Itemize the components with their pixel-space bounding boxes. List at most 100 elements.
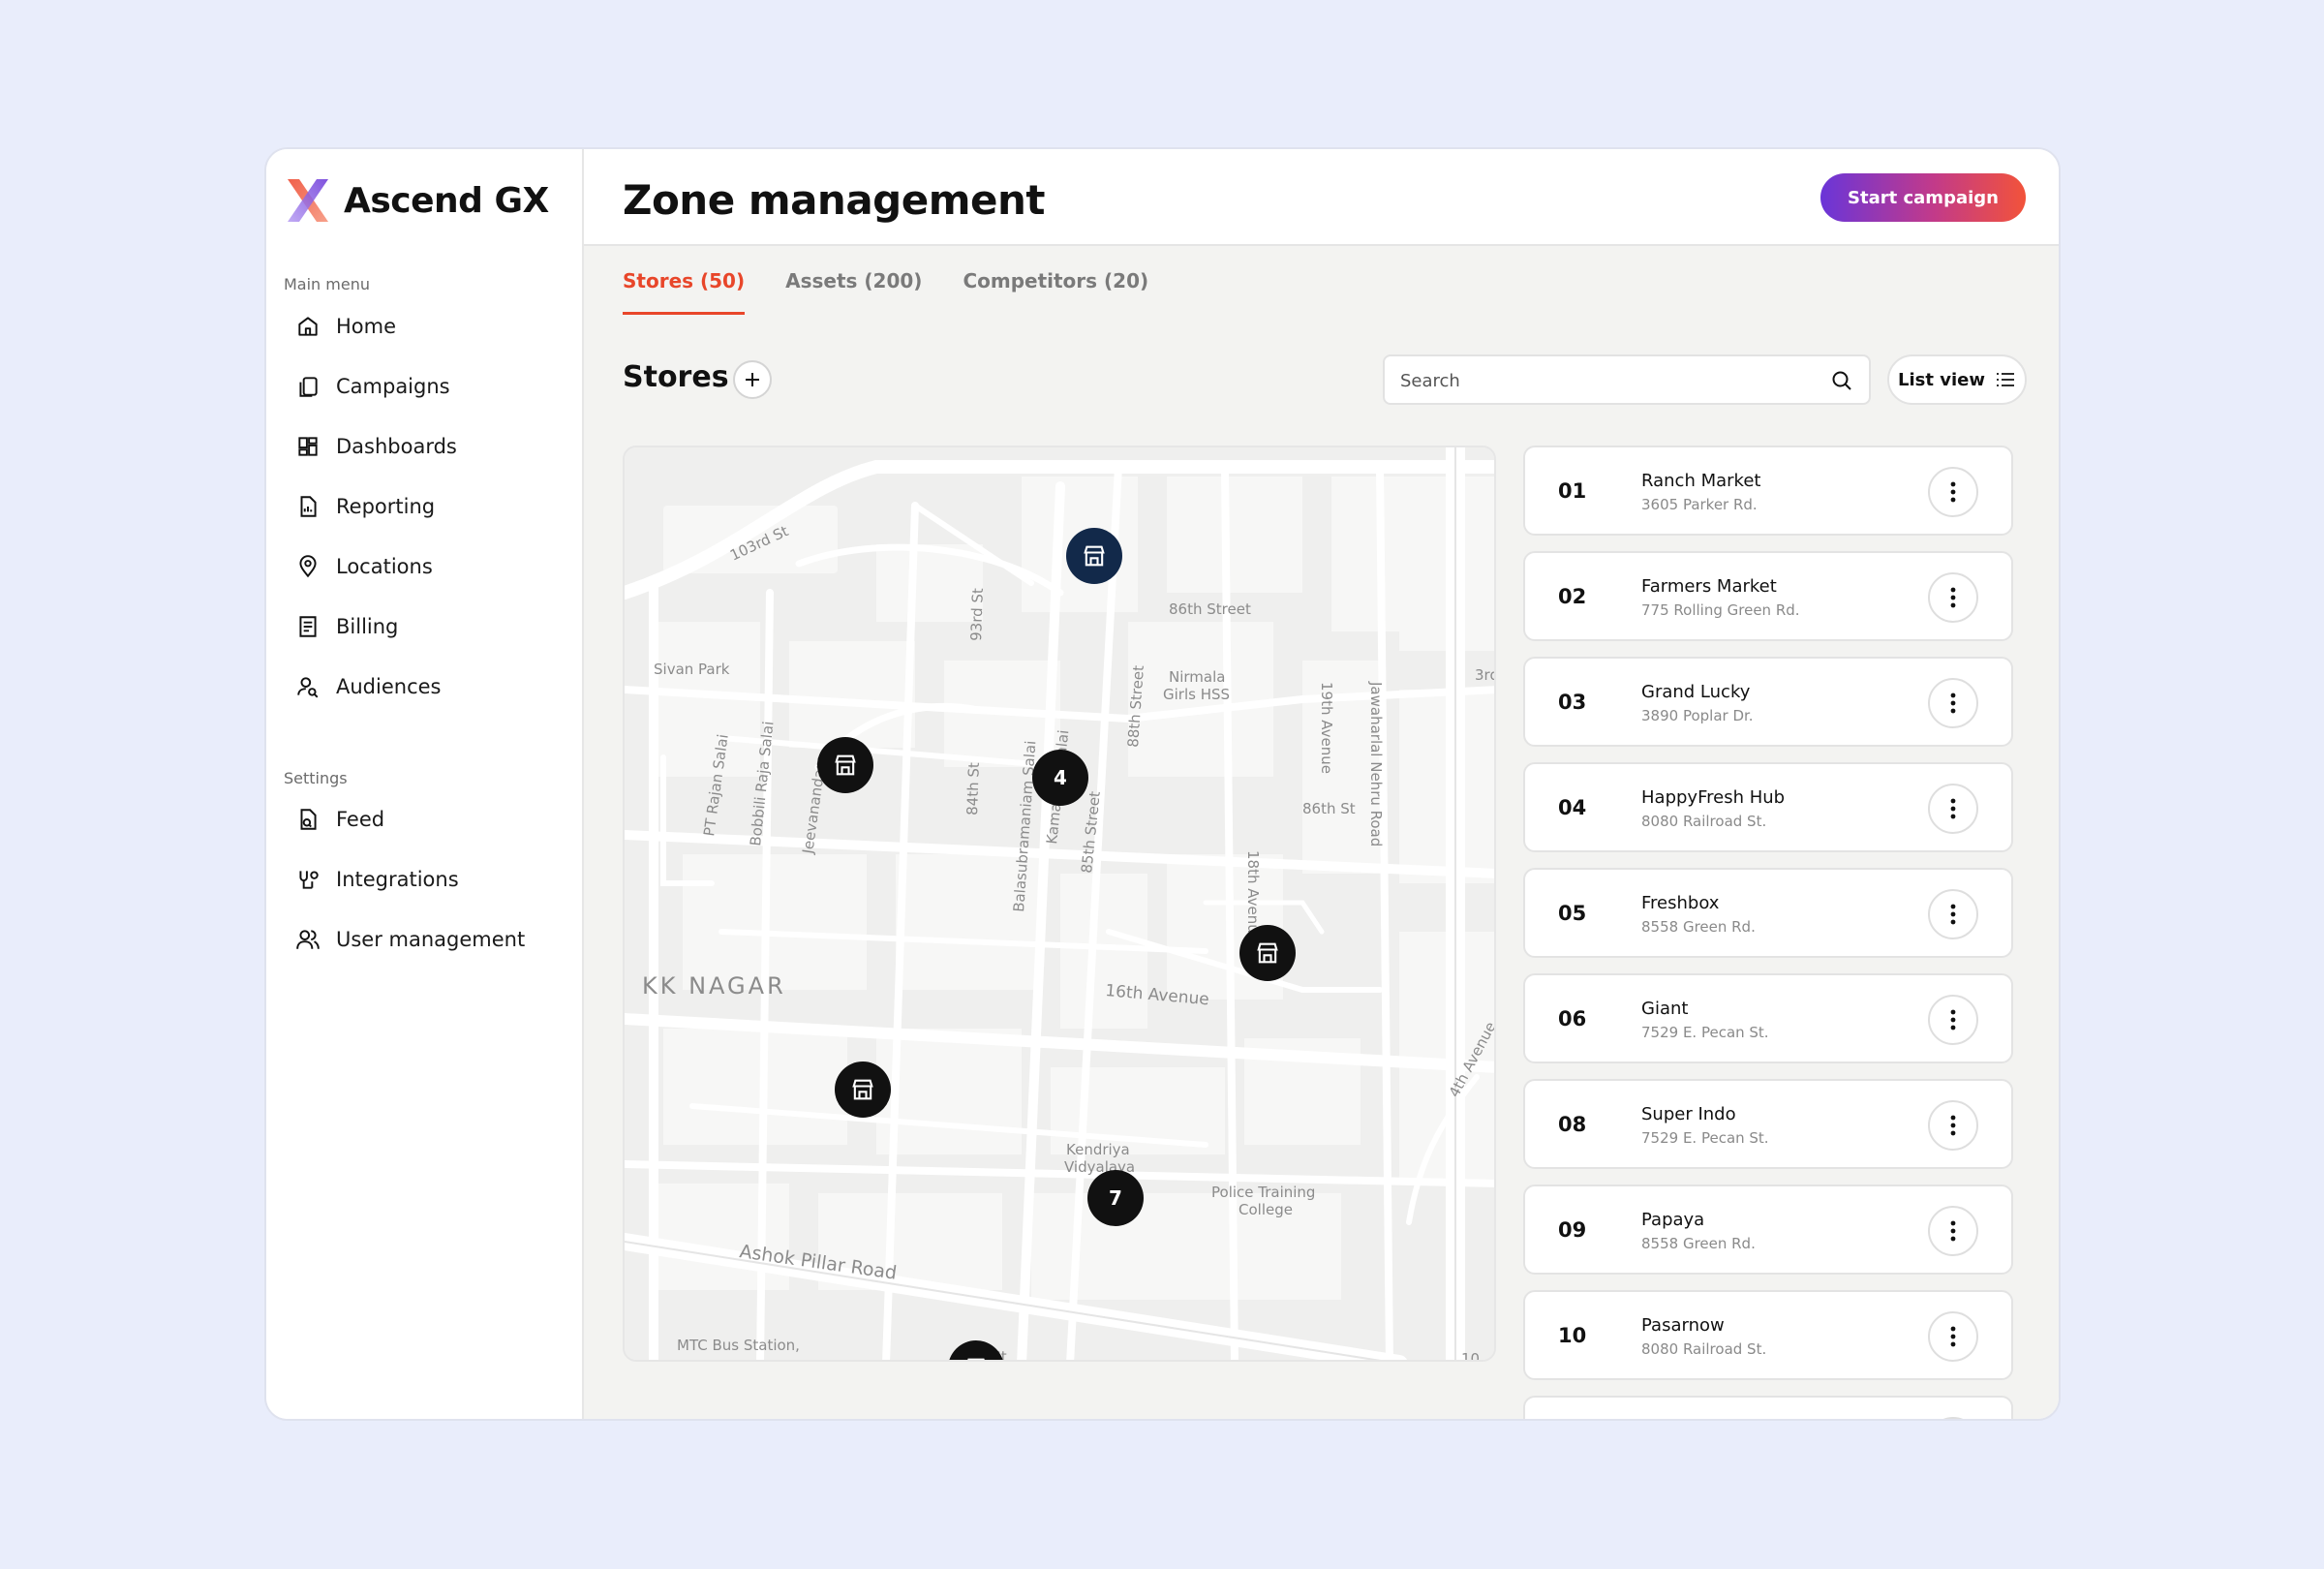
app-window: Ascend GX Main menu Home Campaigns Dashb…	[264, 147, 2061, 1421]
map-label: Kendriya	[1066, 1141, 1130, 1158]
store-number: 04	[1558, 796, 1587, 819]
store-name: Ranch Market	[1641, 471, 1761, 491]
sidebar-item-label: Dashboards	[336, 435, 457, 458]
more-options-button[interactable]	[1928, 889, 1978, 939]
sidebar-item-home[interactable]: Home	[295, 296, 576, 356]
sidebar-item-campaigns[interactable]: Campaigns	[295, 356, 576, 416]
store-address: 8080 Railroad St.	[1641, 1340, 1767, 1358]
integrations-icon	[299, 871, 319, 889]
store-address: 8558 Green Rd.	[1641, 918, 1756, 936]
sidebar-item-integrations[interactable]: Integrations	[295, 849, 576, 909]
sidebar-item-label: Integrations	[336, 868, 459, 891]
settings-menu: Feed Integrations User management	[295, 789, 576, 969]
kebab-icon	[1950, 904, 1956, 925]
sidebar-item-reporting[interactable]: Reporting	[295, 477, 576, 537]
sidebar-item-label: Home	[336, 315, 397, 338]
store-name: Giant	[1641, 999, 1689, 1019]
sidebar-item-user-management[interactable]: User management	[295, 909, 576, 969]
store-number: 09	[1558, 1218, 1587, 1242]
sidebar-item-label: Locations	[336, 555, 433, 578]
search-input[interactable]	[1400, 366, 1807, 395]
store-pin[interactable]	[817, 737, 873, 793]
more-options-button[interactable]	[1928, 467, 1978, 517]
map-label: 3rd	[1475, 666, 1496, 684]
store-number: 03	[1558, 691, 1587, 714]
sidebar-item-feed[interactable]: Feed	[295, 789, 576, 849]
store-name: Freshbox	[1641, 893, 1720, 913]
home-icon	[298, 317, 318, 336]
list-item[interactable]: 03 Grand Lucky 3890 Poplar Dr.	[1523, 657, 2013, 747]
store-address: 8080 Railroad St.	[1641, 813, 1767, 830]
more-options-button[interactable]	[1928, 1311, 1978, 1362]
map-label: Nirmala	[1169, 668, 1225, 686]
map-label: College	[1238, 1201, 1293, 1218]
list-item[interactable]: 04 HappyFresh Hub 8080 Railroad St.	[1523, 762, 2013, 852]
tab-assets[interactable]: Assets (200)	[785, 269, 922, 315]
list-item[interactable]: 01 Ranch Market 3605 Parker Rd.	[1523, 446, 2013, 536]
brand[interactable]: Ascend GX	[284, 176, 549, 225]
store-name: Pasarnow	[1641, 1315, 1725, 1336]
more-options-button[interactable]	[1928, 995, 1978, 1045]
list-view-button[interactable]: List view	[1887, 354, 2027, 405]
store-list: 01 Ranch Market 3605 Parker Rd. 02 Farme…	[1523, 446, 2013, 1419]
store-pin[interactable]	[1066, 528, 1122, 584]
store-pin[interactable]	[1239, 925, 1296, 981]
store-number: 05	[1558, 902, 1587, 925]
sidebar-item-locations[interactable]: Locations	[295, 537, 576, 597]
top-bar: Zone management Start campaign	[584, 149, 2059, 246]
list-item[interactable]: 08 Super Indo 7529 E. Pecan St.	[1523, 1079, 2013, 1169]
user-search-icon	[297, 677, 319, 698]
map-label: KK NAGAR	[642, 972, 786, 1000]
tab-bar: Stores (50) Assets (200) Competitors (20…	[623, 269, 1189, 315]
list-item[interactable]	[1523, 1396, 2013, 1419]
kebab-icon	[1950, 1326, 1956, 1347]
more-options-button[interactable]	[1928, 1206, 1978, 1256]
search-icon[interactable]	[1830, 369, 1853, 392]
list-item[interactable]: 05 Freshbox 8558 Green Rd.	[1523, 868, 2013, 958]
map-label: 19th Avenue	[1318, 682, 1335, 774]
more-options-button[interactable]	[1928, 784, 1978, 834]
users-icon	[296, 930, 320, 949]
map-label: 10	[1461, 1350, 1480, 1362]
list-item[interactable]: 10 Pasarnow 8080 Railroad St.	[1523, 1290, 2013, 1380]
report-icon	[300, 496, 317, 517]
map-label: Girls HSS	[1163, 686, 1230, 703]
list-item[interactable]: 09 Papaya 8558 Green Rd.	[1523, 1184, 2013, 1275]
store-pin[interactable]	[835, 1061, 891, 1118]
main-menu-label: Main menu	[284, 275, 370, 293]
store-icon	[1257, 942, 1278, 964]
store-number: 01	[1558, 479, 1587, 503]
kebab-icon	[1950, 1220, 1956, 1242]
add-store-button[interactable]	[733, 360, 772, 399]
list-icon	[1996, 373, 2014, 386]
map-label: 86th St	[1302, 800, 1356, 817]
sidebar-item-dashboards[interactable]: Dashboards	[295, 416, 576, 477]
cluster-pin[interactable]: 7	[1087, 1170, 1144, 1226]
start-campaign-button[interactable]: Start campaign	[1820, 173, 2026, 222]
store-icon	[1084, 545, 1105, 567]
more-options-button[interactable]	[1928, 678, 1978, 728]
map-view[interactable]: 103rd St 86th Street Sivan Park Nirmala …	[623, 446, 1496, 1362]
more-options-button[interactable]	[1928, 572, 1978, 623]
map-base: 103rd St 86th Street Sivan Park Nirmala …	[625, 447, 1496, 1362]
store-number: 08	[1558, 1113, 1587, 1136]
sidebar-item-billing[interactable]: Billing	[295, 597, 576, 657]
location-pin-icon	[299, 555, 317, 578]
map-label: 86th Street	[1169, 600, 1251, 618]
list-item[interactable]: 02 Farmers Market 775 Rolling Green Rd.	[1523, 551, 2013, 641]
more-options-button[interactable]	[1928, 1417, 1978, 1419]
cluster-pin[interactable]: 4	[1032, 750, 1088, 806]
map-label: Police Training	[1211, 1184, 1315, 1201]
main-content: Zone management Start campaign Stores (5…	[584, 149, 2059, 1419]
map-label: MTC Bus Station,	[677, 1337, 800, 1354]
tab-competitors[interactable]: Competitors (20)	[963, 269, 1148, 315]
tab-stores[interactable]: Stores (50)	[623, 269, 746, 315]
more-options-button[interactable]	[1928, 1100, 1978, 1151]
kebab-icon	[1950, 692, 1956, 714]
sidebar-item-audiences[interactable]: Audiences	[295, 657, 576, 717]
list-item[interactable]: 06 Giant 7529 E. Pecan St.	[1523, 973, 2013, 1063]
store-icon	[967, 1358, 985, 1360]
sidebar-item-label: Billing	[336, 615, 399, 638]
main-menu: Home Campaigns Dashboards Reporting Loca…	[295, 296, 576, 717]
store-address: 7529 E. Pecan St.	[1641, 1129, 1769, 1147]
